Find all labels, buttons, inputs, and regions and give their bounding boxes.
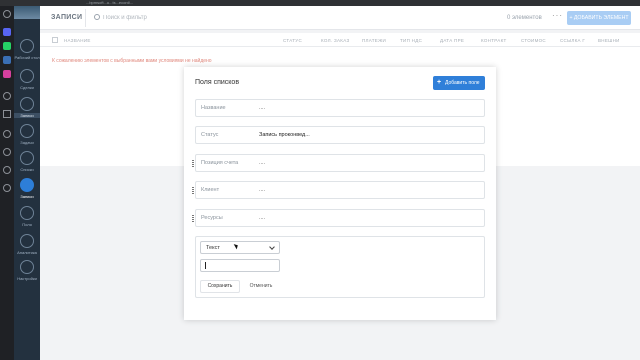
field-type-select[interactable]: Текст: [200, 241, 280, 254]
drag-handle-icon[interactable]: [192, 160, 194, 167]
drag-handle-icon[interactable]: [192, 187, 194, 194]
sidebar-item-label: Аналитика: [17, 250, 37, 255]
app-dock: [0, 6, 14, 360]
field-name: Позиция счета: [201, 160, 239, 166]
cancel-button[interactable]: Отменить: [244, 280, 278, 293]
field-value: ....: [259, 187, 266, 193]
page-header: ЗАПИСИ 0 элементов ··· + ДОБАВИТЬ ЭЛЕМЕН…: [40, 6, 640, 30]
field-name-input[interactable]: [200, 259, 280, 272]
empty-state-message: К сожалению элементов с выбранными вами …: [52, 58, 212, 64]
text-caret: [205, 262, 206, 269]
select-all-checkbox[interactable]: [52, 37, 58, 43]
fields-icon: [20, 206, 34, 220]
plus-icon: +: [437, 79, 442, 86]
field-row[interactable]: Ресурсы ....: [192, 209, 485, 227]
element-count: 0 элементов: [507, 15, 542, 21]
sidebar-item-entries[interactable]: Записи: [14, 178, 40, 208]
vk-icon[interactable]: [3, 56, 11, 64]
sidebar-item-desktop[interactable]: Рабочий стол: [14, 39, 40, 69]
new-field-form: Текст Сохранить Отменить: [195, 236, 485, 298]
header-divider: [85, 9, 86, 27]
column-header[interactable]: ТИП НДС: [400, 38, 422, 43]
field-type-value: Текст: [206, 245, 220, 251]
check-icon: [20, 124, 34, 138]
dollar-icon: [20, 69, 34, 83]
field-name: Статус: [201, 132, 219, 138]
save-button[interactable]: Сохранить: [200, 280, 240, 293]
drag-handle-icon[interactable]: [192, 215, 194, 222]
sidebar-item-deals[interactable]: Сделки: [14, 69, 40, 99]
page-title: ЗАПИСИ: [51, 14, 83, 21]
sidebar-item-label: Настройки: [17, 276, 37, 281]
search-input[interactable]: [103, 11, 243, 25]
messenger-icon[interactable]: [3, 28, 11, 36]
sidebar-item-label: Задачи: [20, 140, 34, 145]
clock-icon[interactable]: [3, 130, 11, 138]
column-header[interactable]: ДАТА ПРЕ: [440, 38, 464, 43]
search-icon: [94, 14, 100, 20]
sidebar-item-label: Записи: [20, 194, 34, 199]
whatsapp-icon[interactable]: [3, 42, 11, 50]
home-icon[interactable]: [3, 10, 11, 18]
sidebar-item-settings[interactable]: Настройки: [14, 260, 40, 290]
sidebar-item-label: Записи: [14, 113, 40, 118]
desktop-icon: [20, 39, 34, 53]
field-row[interactable]: Название ....: [195, 99, 485, 117]
more-options-button[interactable]: ···: [552, 11, 563, 20]
chevron-down-icon: [269, 244, 275, 250]
field-name: Клиент: [201, 187, 220, 193]
column-header[interactable]: КОНТРАКТ: [481, 38, 507, 43]
dialog-title: Поля списков: [195, 79, 240, 86]
sidebar-item-label: Сделки: [20, 85, 34, 90]
column-header[interactable]: ПЛАТЕЖИ: [362, 38, 386, 43]
field-value: ....: [259, 160, 266, 166]
bulb-icon[interactable]: [3, 184, 11, 192]
column-header[interactable]: ССЫЛКА Г: [560, 38, 585, 43]
records-icon: [20, 97, 34, 111]
sidebar-item-label: Рабочий стол: [14, 55, 40, 60]
list-fields-dialog: Поля списков + Добавить поле Название ...…: [184, 67, 496, 320]
sidebar-item-lists[interactable]: Списки: [14, 151, 40, 181]
column-header[interactable]: КОЛ. ЗАКАЗ: [321, 38, 349, 43]
add-element-button[interactable]: + ДОБАВИТЬ ЭЛЕМЕНТ: [567, 11, 631, 25]
column-header[interactable]: СТАТУС: [283, 38, 302, 43]
sidebar-item-label: Поля: [22, 222, 32, 227]
analytics-icon: [20, 234, 34, 248]
play-icon[interactable]: [3, 110, 11, 118]
sidebar-item-fields[interactable]: Поля: [14, 206, 40, 236]
gear-icon[interactable]: [3, 166, 11, 174]
list-icon: [20, 151, 34, 165]
field-name: Название: [201, 105, 226, 111]
field-value: ....: [259, 105, 266, 111]
field-row[interactable]: Позиция счета ....: [192, 154, 485, 172]
settings-icon[interactable]: [3, 92, 11, 100]
sidebar-item-tasks[interactable]: Задачи: [14, 124, 40, 154]
history-icon[interactable]: [3, 148, 11, 156]
column-header[interactable]: СТОИМОС: [521, 38, 546, 43]
field-row[interactable]: Статус Запись проконвед...: [195, 126, 485, 144]
instagram-icon[interactable]: [3, 70, 11, 78]
table-header: НАЗВАНИЕ СТАТУС КОЛ. ЗАКАЗ ПЛАТЕЖИ ТИП Н…: [40, 33, 640, 47]
field-row[interactable]: Клиент ....: [192, 181, 485, 199]
column-header[interactable]: ВНЕШНИ: [598, 38, 620, 43]
add-field-button[interactable]: + Добавить поле: [433, 76, 485, 90]
add-field-label: Добавить поле: [445, 80, 480, 86]
wrench-icon: [20, 260, 34, 274]
column-header[interactable]: НАЗВАНИЕ: [64, 38, 91, 43]
database-icon: [20, 178, 34, 192]
field-value: ....: [259, 215, 266, 221]
field-value: Запись проконвед...: [259, 132, 310, 138]
profile-thumbnail[interactable]: [14, 6, 40, 19]
main-sidebar: Рабочий стол Сделки Записи Задачи Списки…: [14, 6, 40, 360]
field-name: Ресурсы: [201, 215, 223, 221]
sidebar-item-records[interactable]: Записи: [14, 97, 40, 127]
sidebar-item-label: Списки: [20, 167, 34, 172]
